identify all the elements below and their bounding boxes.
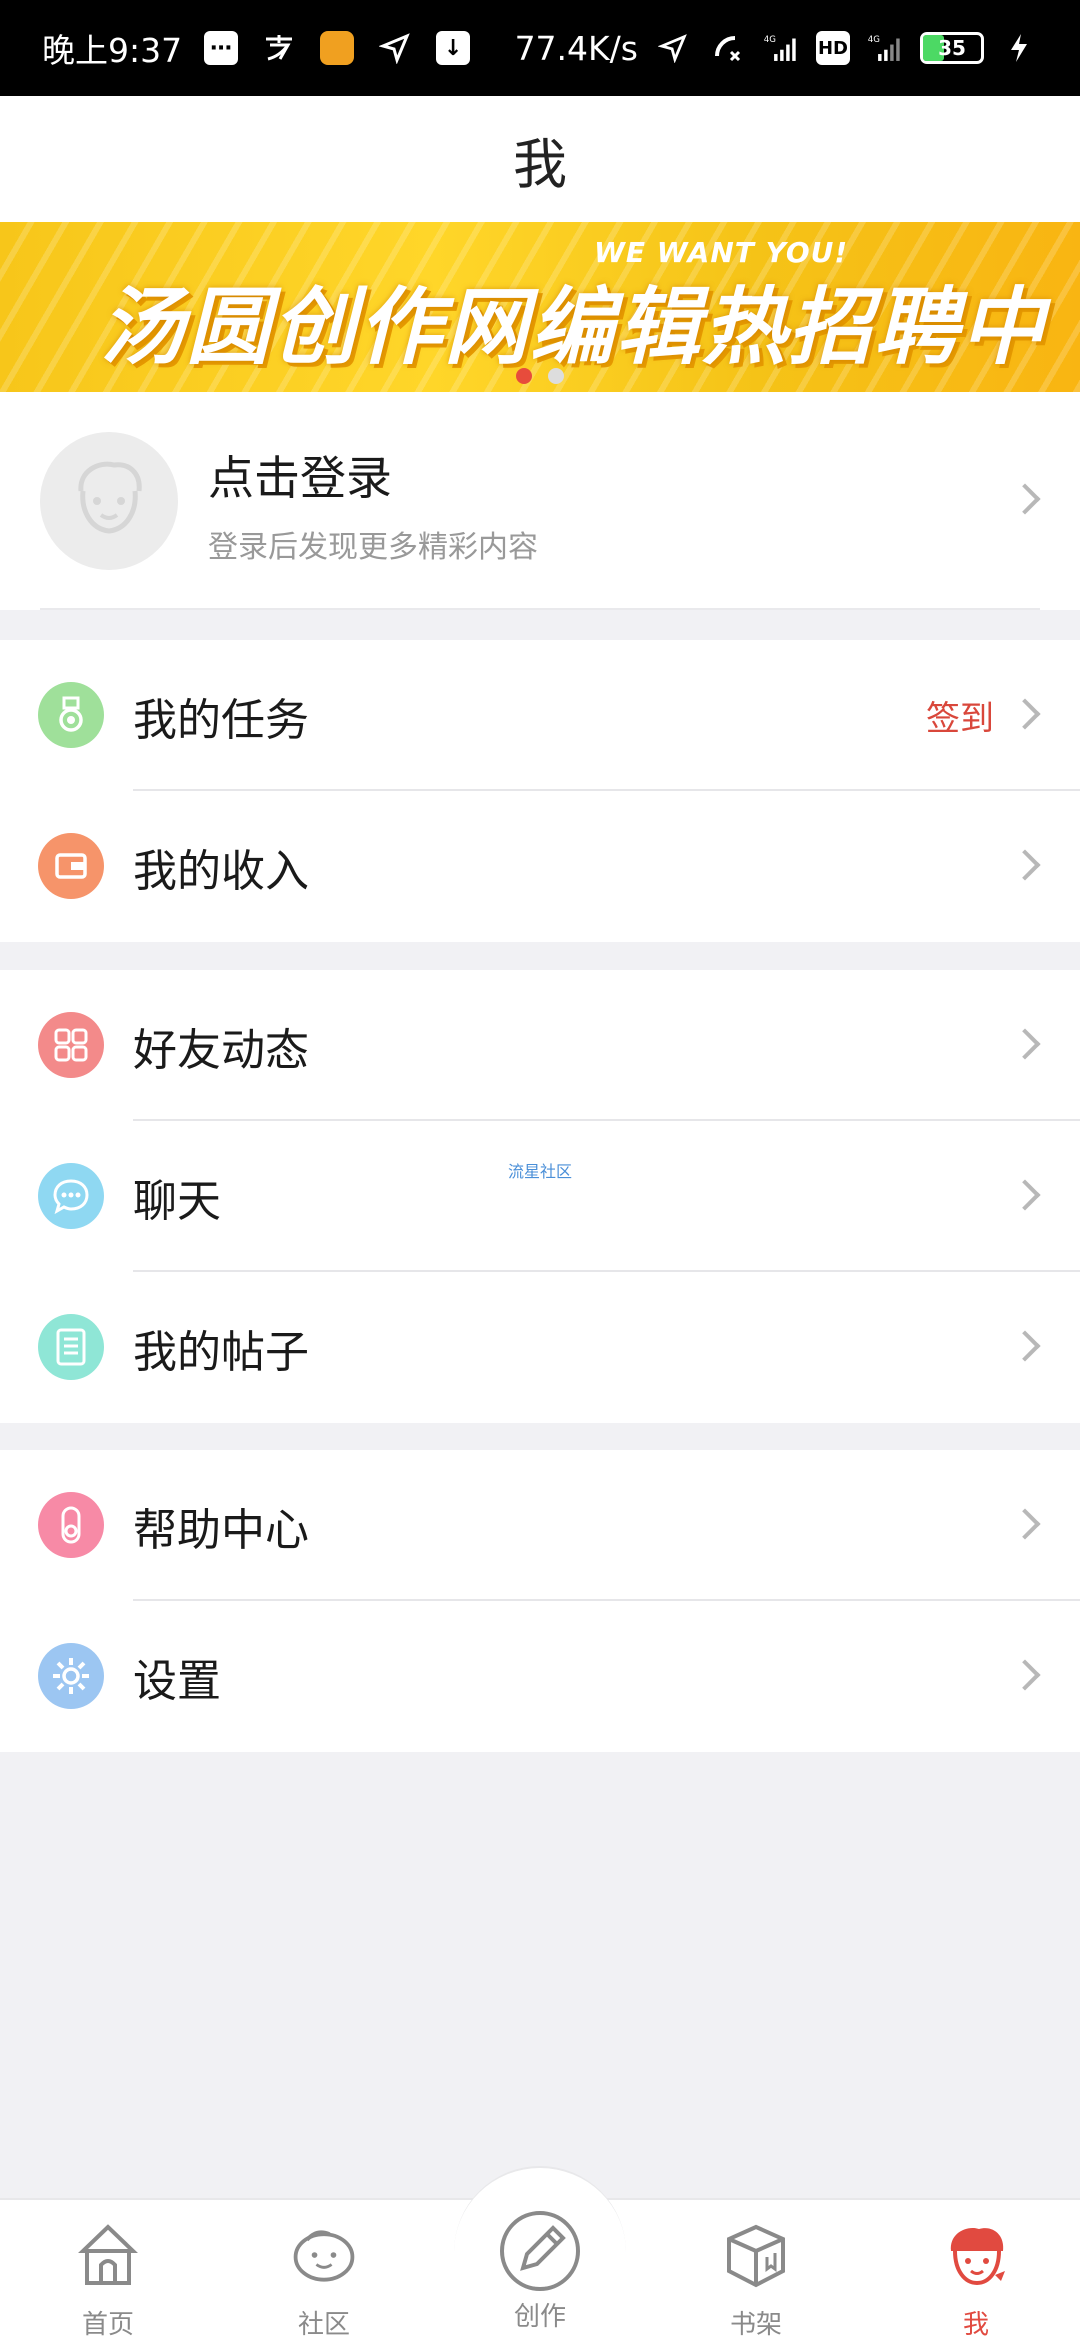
nav-bookshelf[interactable]: 书架 <box>686 2220 826 2340</box>
recruitment-banner[interactable]: WE WANT YOU! 汤圆创作网编辑热招聘中 <box>0 222 1080 392</box>
chevron-right-icon <box>1009 1179 1041 1211</box>
menu-label: 我的收入 <box>133 845 309 897</box>
chevron-right-icon <box>1009 698 1041 730</box>
message-icon: ⋯ <box>204 31 239 65</box>
menu-item-chat[interactable]: 聊天 <box>0 1121 1080 1272</box>
menu-item-my-posts[interactable]: 我的帖子 <box>0 1272 1080 1423</box>
menu-label: 帮助中心 <box>133 1504 309 1556</box>
location-arrow-icon <box>654 29 692 67</box>
document-icon <box>38 1314 104 1380</box>
status-time: 晚上9:37 <box>42 31 183 70</box>
medal-icon <box>38 682 104 748</box>
menu-label: 设置 <box>133 1655 221 1707</box>
create-pen-icon <box>495 2206 585 2296</box>
banner-dot-active[interactable] <box>516 368 532 384</box>
chevron-right-icon <box>1009 849 1041 881</box>
wallet-icon <box>38 833 104 899</box>
banner-dot[interactable] <box>548 368 564 384</box>
nav-me[interactable]: 我 <box>906 2220 1046 2340</box>
menu-label: 聊天 <box>133 1175 221 1227</box>
svg-text:4G: 4G <box>764 35 776 45</box>
menu-group-social: 好友动态 聊天 我的帖子 <box>0 970 1080 1423</box>
status-bar: 晚上9:37 ⋯ ↓ 77.4K/s 4G HD 4G 35 <box>0 0 1080 96</box>
check-in-badge[interactable]: 签到 <box>926 691 994 740</box>
banner-headline: 汤圆创作网编辑热招聘中 <box>100 278 1047 376</box>
menu-item-my-tasks[interactable]: 我的任务 签到 <box>0 640 1080 791</box>
community-face-icon <box>288 2220 360 2292</box>
menu-item-help-center[interactable]: 帮助中心 <box>0 1450 1080 1601</box>
menu-item-my-income[interactable]: 我的收入 <box>0 791 1080 942</box>
page-title: 我 <box>513 132 567 196</box>
gear-icon <box>38 1643 104 1709</box>
chevron-right-icon <box>1009 1028 1041 1060</box>
chevron-right-icon <box>1009 1659 1041 1691</box>
wifi-call-icon <box>708 29 746 67</box>
divider <box>40 608 1040 610</box>
grid-icon <box>38 1012 104 1078</box>
chat-bubble-icon <box>38 1163 104 1229</box>
bookshelf-box-icon <box>720 2220 792 2292</box>
nav-community[interactable]: 社区 <box>254 2220 394 2340</box>
nav-label: 首页 <box>81 2310 134 2340</box>
login-title: 点击登录 <box>208 451 392 505</box>
headphones-icon <box>38 1492 104 1558</box>
nav-label: 创作 <box>513 2302 566 2332</box>
chevron-right-icon <box>1009 1508 1041 1540</box>
menu-label: 我的帖子 <box>133 1326 309 1378</box>
download-icon: ↓ <box>436 31 471 65</box>
battery-icon: 35 <box>920 32 984 64</box>
menu-item-settings[interactable]: 设置 <box>0 1601 1080 1752</box>
app-icon <box>320 31 355 65</box>
login-subtitle: 登录后发现更多精彩内容 <box>208 530 538 565</box>
watermark: 流星社区 <box>508 1162 573 1181</box>
chevron-right-icon <box>1009 483 1041 515</box>
avatar-placeholder-icon <box>78 461 142 534</box>
nav-label: 我 <box>962 2310 989 2340</box>
nav-label: 书架 <box>729 2310 782 2340</box>
location-icon <box>376 29 414 67</box>
me-face-icon <box>940 2220 1012 2292</box>
nav-create[interactable]: 创作 <box>470 2211 610 2333</box>
menu-group-help: 帮助中心 设置 <box>0 1450 1080 1752</box>
charging-icon <box>1000 29 1038 67</box>
chevron-right-icon <box>1009 1330 1041 1362</box>
alipay-icon <box>260 29 298 67</box>
login-profile-row[interactable]: 点击登录 登录后发现更多精彩内容 <box>0 392 1080 610</box>
menu-group-tasks: 我的任务 签到 我的收入 <box>0 640 1080 942</box>
hd-icon: HD <box>816 31 850 65</box>
nav-label: 社区 <box>297 2310 350 2340</box>
banner-pagination <box>516 368 564 384</box>
svg-text:4G: 4G <box>868 35 880 45</box>
avatar[interactable] <box>40 432 178 570</box>
menu-label: 我的任务 <box>133 694 309 746</box>
signal-icon: 4G <box>866 29 904 67</box>
title-bar: 我 <box>0 96 1080 222</box>
network-speed: 77.4K/s <box>514 28 638 68</box>
nav-home[interactable]: 首页 <box>38 2220 178 2340</box>
home-tent-icon <box>72 2220 144 2292</box>
menu-item-friend-activity[interactable]: 好友动态 <box>0 970 1080 1121</box>
signal-icon: 4G <box>762 29 800 67</box>
battery-level: 35 <box>938 36 966 60</box>
menu-label: 好友动态 <box>133 1024 309 1076</box>
